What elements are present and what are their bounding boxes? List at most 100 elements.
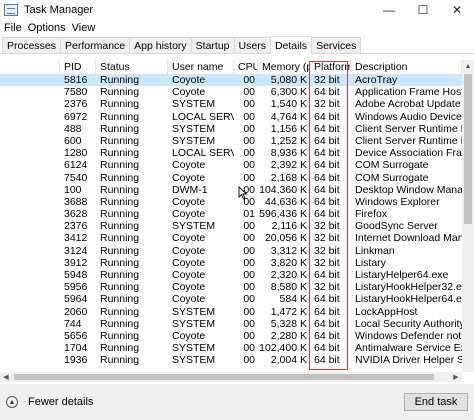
table-row[interactable]: 744 Running SYSTEM 00 5,328 K 64 bit Local Sec… (0, 318, 462, 330)
menu-options[interactable]: Options (25, 22, 69, 34)
column-header-platform[interactable]: Platform (310, 60, 351, 74)
cell-desc: COM Surrogate (355, 171, 429, 184)
minimize-button[interactable]: — (372, 0, 406, 20)
cell-status: Running (100, 244, 140, 257)
table-row[interactable]: 1936 Running SYSTEM 00 2,004 K 64 bit NVIDIA D… (0, 354, 462, 366)
cell-platform: 64 bit (314, 110, 340, 123)
cell-user: SYSTEM (172, 305, 216, 318)
cell-status: Running (100, 256, 140, 269)
table-row[interactable]: 7580 Running Coyote 00 6,300 K 64 bit Applicat… (0, 86, 462, 98)
tab-processes[interactable]: Processes (2, 37, 62, 53)
cell-desc: Desktop Window Manager (355, 183, 462, 196)
menu-file[interactable]: File (0, 22, 25, 34)
table-row[interactable]: 3124 Running Coyote 00 3,312 K 32 bit Linkman (0, 245, 462, 257)
column-header-pid[interactable]: PID (60, 60, 96, 74)
table-row[interactable]: 5656 Running Coyote 00 2,280 K 64 bit Windows … (0, 330, 462, 342)
details-table: PID Status User name CPU Memory (pri... … (0, 60, 462, 372)
tab-details[interactable]: Details (269, 36, 313, 54)
cell-user: Coyote (172, 281, 206, 294)
scroll-right-icon[interactable]: ▶ (450, 372, 462, 382)
table-row[interactable]: 2376 Running SYSTEM 00 1,540 K 32 bit Adobe Ac… (0, 98, 462, 110)
cell-status: Running (100, 86, 140, 99)
horizontal-scroll-thumb[interactable] (14, 374, 434, 380)
cell-platform: 64 bit (314, 293, 340, 306)
table-row[interactable]: 2376 Running SYSTEM 00 2,116 K 32 bit GoodSync… (0, 220, 462, 232)
cell-platform: 64 bit (314, 208, 340, 221)
cell-pid: 2060 (64, 305, 88, 318)
cell-name (0, 232, 60, 244)
cell-user: Coyote (172, 256, 206, 269)
table-row[interactable]: 3912 Running Coyote 00 3,820 K 32 bit Listary (0, 257, 462, 269)
table-row[interactable]: 5816 Running Coyote 00 5,080 K 32 bit AcroTray (0, 74, 462, 87)
tab-app-history[interactable]: App history (129, 37, 192, 53)
horizontal-scrollbar[interactable]: ◀ ▶ (0, 372, 462, 382)
fewer-details-link[interactable]: ▲ Fewer details (6, 396, 93, 408)
cell-mem: 5,080 K (270, 74, 307, 86)
cell-name (0, 123, 60, 135)
cell-user: Coyote (172, 269, 206, 281)
cell-mem: 2,320 K (270, 269, 307, 281)
vertical-scroll-thumb[interactable] (464, 74, 472, 224)
table-row[interactable]: 3412 Running Coyote 00 20,056 K 32 bit Interne… (0, 232, 462, 244)
tab-services[interactable]: Services (311, 37, 362, 53)
tab-startup[interactable]: Startup (190, 37, 235, 53)
vertical-scrollbar[interactable]: ▲ (462, 60, 474, 372)
table-row[interactable]: 7540 Running Coyote 00 2,168 K 64 bit COM Surr… (0, 172, 462, 184)
table-row[interactable]: 1704 Running SYSTEM 00 102,400 K 64 bit Antima… (0, 342, 462, 354)
cell-mem: 2,004 K (270, 354, 307, 367)
scroll-up-icon[interactable]: ▲ (462, 60, 474, 72)
cell-user: Coyote (172, 329, 206, 342)
column-header-name[interactable] (0, 60, 60, 74)
table-row[interactable]: 3688 Running Coyote 00 44,636 K 64 bit Windows… (0, 196, 462, 208)
table-body: 5816 Running Coyote 00 5,080 K 32 bit AcroTray… (0, 74, 462, 367)
cell-mem: 4,764 K (270, 110, 307, 123)
cell-cpu: 00 (243, 171, 255, 184)
table-row[interactable]: 488 Running SYSTEM 00 1,156 K 64 bit Client Se… (0, 123, 462, 135)
table-row[interactable]: 1280 Running LOCAL SERV... 00 8,936 K 64 bit D… (0, 147, 462, 159)
cell-desc: ListaryHookHelper64.exe (355, 293, 462, 306)
table-row[interactable]: 2060 Running SYSTEM 00 1,472 K 64 bit LockAppH… (0, 306, 462, 318)
cell-cpu: 00 (243, 110, 255, 123)
cell-name (0, 318, 60, 330)
cell-name (0, 135, 60, 147)
table-row[interactable]: 5964 Running Coyote 00 584 K 64 bit ListaryHoo… (0, 293, 462, 305)
cell-user: DWM-1 (172, 183, 208, 196)
column-header-status[interactable]: Status (96, 60, 168, 74)
cell-status: Running (100, 342, 140, 355)
menu-view[interactable]: View (69, 22, 99, 34)
table-row[interactable]: 100 Running DWM-1 00 104,360 K 64 bit Desktop … (0, 184, 462, 196)
cell-cpu: 00 (243, 244, 255, 257)
table-row[interactable]: 6972 Running LOCAL SERV... 00 4,764 K 64 bit W… (0, 111, 462, 123)
table-row[interactable]: 6124 Running Coyote 00 2,392 K 64 bit COM Surr… (0, 159, 462, 171)
cell-name (0, 147, 60, 159)
cell-name (0, 220, 60, 232)
cell-mem: 102,400 K (259, 342, 307, 355)
end-task-button[interactable]: End task (404, 393, 468, 411)
cell-name (0, 111, 60, 123)
column-header-memory[interactable]: Memory (pri... (258, 60, 310, 74)
cell-status: Running (100, 171, 140, 184)
cell-mem: 2,168 K (270, 171, 307, 184)
cell-mem: 2,116 K (271, 220, 307, 233)
cell-name (0, 330, 60, 342)
cell-name (0, 172, 60, 184)
column-header-description[interactable]: Description (351, 60, 462, 74)
table-row[interactable]: 600 Running SYSTEM 00 1,252 K 64 bit Client Se… (0, 135, 462, 147)
cell-status: Running (100, 293, 140, 306)
table-row[interactable]: 3628 Running Coyote 01 596,436 K 64 bit Firefo… (0, 208, 462, 220)
maximize-button[interactable]: ☐ (406, 0, 440, 20)
column-header-cpu[interactable]: CPU (234, 60, 258, 74)
cell-desc: GoodSync Server (355, 220, 438, 233)
cell-user: Coyote (172, 208, 206, 221)
tab-performance[interactable]: Performance (60, 37, 131, 53)
cell-desc: LockAppHost (355, 305, 418, 318)
column-header-user-name[interactable]: User name (168, 60, 234, 74)
close-button[interactable]: ✕ (440, 0, 474, 20)
tab-users[interactable]: Users (233, 37, 271, 53)
cell-status: Running (100, 220, 140, 233)
cell-desc: Windows Defender notific... (355, 329, 462, 342)
cell-mem: 1,540 K (270, 98, 307, 111)
scroll-left-icon[interactable]: ◀ (0, 372, 12, 382)
table-row[interactable]: 5948 Running Coyote 00 2,320 K 64 bit ListaryH… (0, 269, 462, 281)
table-row[interactable]: 5956 Running Coyote 00 8,580 K 32 bit ListaryH… (0, 281, 462, 293)
